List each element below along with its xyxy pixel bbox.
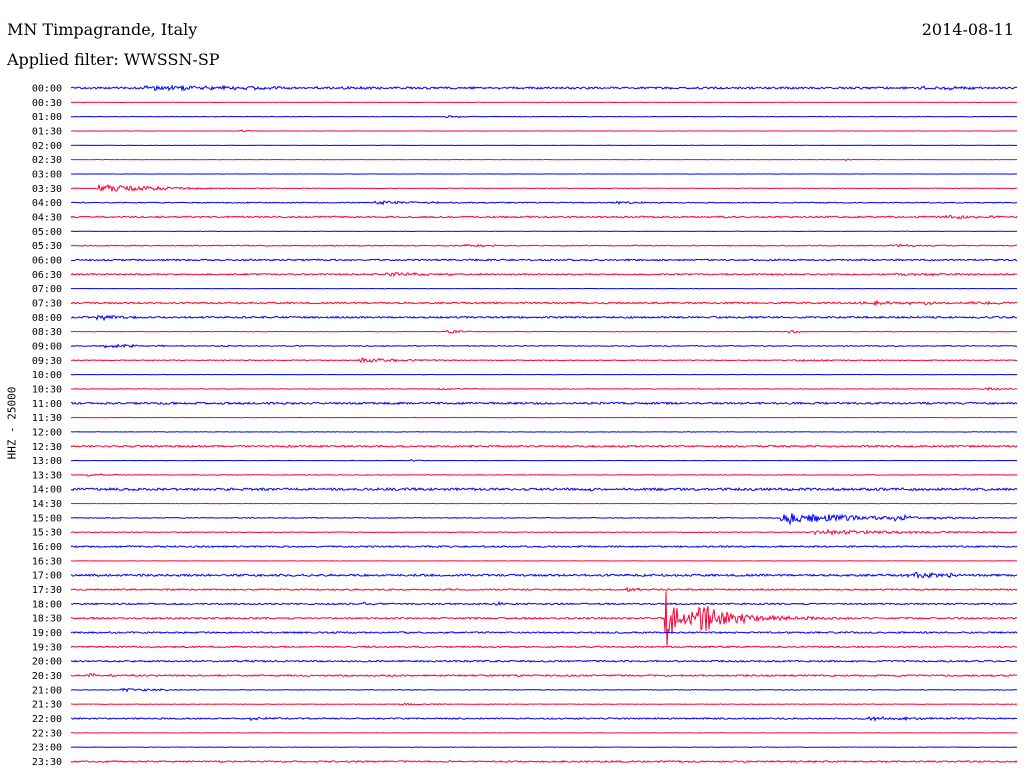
time-tick-label: 03:30 [32,184,62,195]
trace-0000 [70,84,1018,92]
time-tick-label: 16:00 [32,542,62,553]
trace-0930 [70,357,1018,364]
trace-2000 [70,659,1018,663]
trace-1900 [70,630,1018,635]
trace-0730 [70,299,1018,307]
trace-1730 [70,586,1018,593]
trace-0230 [71,158,1018,162]
trace-1700 [70,571,1018,580]
trace-0630 [70,271,1018,278]
time-tick-label: 13:30 [32,470,62,481]
time-tick-label: 00:30 [32,98,62,109]
time-tick-label: 12:00 [32,427,62,438]
trace-2130 [70,702,1018,706]
time-tick-label: 12:30 [32,442,62,453]
time-tick-label: 18:30 [32,614,62,625]
trace-1600 [70,544,1018,549]
trace-1930 [70,645,1018,649]
time-tick-label: 02:00 [32,141,62,152]
time-tick-label: 06:00 [32,255,62,266]
time-tick-label: 05:30 [32,241,62,252]
time-tick-label: 21:00 [32,685,62,696]
time-tick-label: 04:00 [32,198,62,209]
trace-2100 [70,687,1018,693]
time-tick-label: 04:30 [32,212,62,223]
time-tick-label: 16:30 [32,556,62,567]
time-tick-label: 13:00 [32,456,62,467]
trace-1400 [70,487,1018,492]
trace-1500 [70,513,1018,526]
trace-2030 [70,672,1018,678]
time-tick-label: 18:00 [32,599,62,610]
trace-1030 [70,386,1018,391]
time-tick-label: 10:00 [32,370,62,381]
time-tick-label: 14:00 [32,485,62,496]
trace-1530 [70,528,1018,537]
trace-0100 [70,115,1018,119]
trace-2330 [70,759,1018,764]
trace-1230 [70,444,1018,449]
time-tick-label: 14:30 [32,499,62,510]
time-tick-label: 08:30 [32,327,62,338]
time-tick-label: 11:30 [32,413,62,424]
time-tick-label: 20:00 [32,657,62,668]
time-tick-label: 09:30 [32,356,62,367]
trace-1300 [70,459,1018,462]
seismogram-plot: 00:00 00:30 01:00 01:30 02:00 02:30 03:00 03:30… [32,84,1018,768]
time-tick-label: 23:30 [32,757,62,768]
time-tick-label: 00:00 [32,84,62,95]
trace-0400 [70,200,1018,206]
time-tick-label: 19:30 [32,642,62,653]
time-tick-label: 23:00 [32,743,62,754]
trace-0330 [71,183,1018,192]
trace-1100 [70,401,1018,406]
time-tick-label: 05:00 [32,227,62,238]
time-tick-label: 22:30 [32,728,62,739]
trace-1330 [70,473,1018,477]
time-tick-label: 20:30 [32,671,62,682]
time-tick-label: 01:00 [32,112,62,123]
time-tick-label: 03:00 [32,169,62,180]
trace-0430 [70,214,1018,220]
trace-1830 [70,591,1018,646]
time-tick-label: 17:30 [32,585,62,596]
time-tick-label: 08:00 [32,313,62,324]
trace-0900 [70,343,1018,349]
time-tick-label: 17:00 [32,571,62,582]
time-tick-label: 22:00 [32,714,62,725]
time-tick-label: 10:30 [32,384,62,395]
trace-0130 [70,129,1018,133]
time-tick-label: 07:00 [32,284,62,295]
time-tick-label: 01:30 [32,126,62,137]
time-tick-label: 11:00 [32,399,62,410]
time-tick-label: 09:00 [32,341,62,352]
trace-0830 [70,329,1018,334]
trace-2200 [70,715,1018,722]
time-tick-label: 07:30 [32,298,62,309]
time-tick-label: 15:00 [32,513,62,524]
time-tick-label: 15:30 [32,528,62,539]
trace-0800 [70,314,1018,322]
trace-1800 [70,600,1018,606]
trace-0530 [70,243,1018,248]
time-tick-label: 19:00 [32,628,62,639]
trace-0600 [70,258,1018,262]
time-tick-label: 21:30 [32,700,62,711]
time-tick-label: 02:30 [32,155,62,166]
time-tick-label: 06:30 [32,270,62,281]
